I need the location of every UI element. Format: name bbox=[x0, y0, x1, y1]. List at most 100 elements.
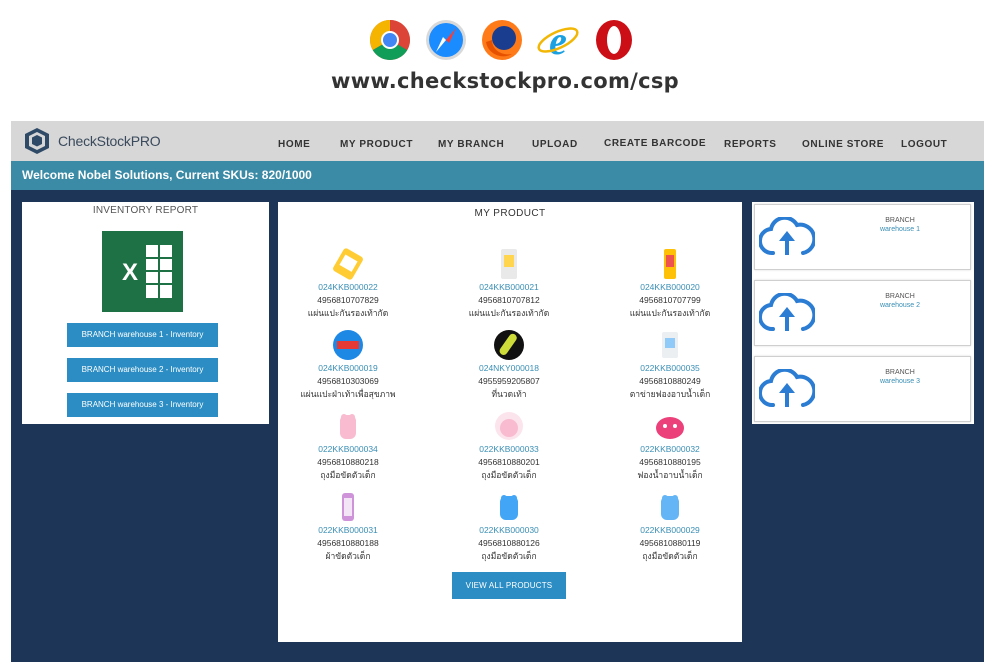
product-image bbox=[494, 330, 524, 360]
product-name: แผ่นแปะกันรองเท้ากัด bbox=[468, 308, 550, 318]
welcome-text: Welcome Nobel Solutions, Current SKUs: 8… bbox=[22, 168, 312, 182]
branch-name: warehouse 2 bbox=[879, 302, 921, 309]
safari-icon bbox=[426, 20, 466, 60]
navbar: CheckStockPRO HOME MY PRODUCT MY BRANCH … bbox=[11, 121, 984, 161]
product-name: ถุงมือขัดตัวเด็ก bbox=[481, 470, 537, 480]
inventory-report-title: INVENTORY REPORT bbox=[92, 205, 199, 216]
nav-create-barcode[interactable]: CREATE BARCODE bbox=[604, 138, 706, 149]
chrome-icon bbox=[370, 20, 410, 60]
inventory-button-warehouse-2[interactable]: BRANCH warehouse 2 - Inventory bbox=[67, 358, 218, 382]
svg-text:e: e bbox=[549, 18, 567, 62]
nav-upload[interactable]: UPLOAD bbox=[532, 139, 578, 150]
ie-icon: e bbox=[537, 18, 579, 62]
product-barcode: 4956810880195 bbox=[639, 457, 701, 467]
product-image bbox=[661, 495, 679, 520]
brand[interactable]: CheckStockPRO bbox=[24, 127, 161, 155]
brand-name: CheckStockPRO bbox=[58, 133, 161, 149]
branch-label: BRANCH bbox=[885, 293, 915, 300]
product-card[interactable]: 022KKB000033 4956810880201 ถุงมือขัดตัวเ… bbox=[429, 409, 589, 482]
product-code[interactable]: 022KKB000034 bbox=[268, 443, 428, 456]
product-image bbox=[333, 330, 363, 360]
product-card[interactable]: 022KKB000035 4956810880249 ตาข่ายฟองอาบน… bbox=[590, 328, 750, 401]
branch-upload-panel: BRANCH warehouse 1 BRANCH warehouse 2 BR… bbox=[752, 202, 974, 424]
product-barcode: 4956810880249 bbox=[639, 376, 701, 386]
branch-label: BRANCH bbox=[885, 217, 915, 224]
branch-name: warehouse 1 bbox=[879, 226, 921, 233]
app-window: CheckStockPRO HOME MY PRODUCT MY BRANCH … bbox=[11, 121, 984, 662]
view-all-products-button[interactable]: VIEW ALL PRODUCTS bbox=[452, 572, 566, 599]
inventory-report-panel: INVENTORY REPORT X BRANCH warehouse 1 - … bbox=[22, 202, 269, 424]
product-code[interactable]: 024KKB000021 bbox=[429, 281, 589, 294]
nav-logout[interactable]: LOGOUT bbox=[901, 139, 947, 150]
nav-online-store[interactable]: ONLINE STORE bbox=[802, 139, 884, 150]
product-card[interactable]: 024KKB000019 4956810303069 แผ่นแปะฝ่าเท้… bbox=[268, 328, 428, 401]
product-card[interactable]: 022KKB000029 4956810880119 ถุงมือขัดตัวเ… bbox=[590, 490, 750, 563]
firefox-icon bbox=[482, 20, 522, 60]
branch-card-warehouse-2[interactable]: BRANCH warehouse 2 bbox=[754, 280, 971, 346]
product-barcode: 4955959205807 bbox=[478, 376, 540, 386]
inventory-button-warehouse-3[interactable]: BRANCH warehouse 3 - Inventory bbox=[67, 393, 218, 417]
product-image bbox=[495, 412, 523, 440]
branch-name: warehouse 3 bbox=[879, 378, 921, 385]
product-name: ถุงมือขัดตัวเด็ก bbox=[642, 551, 698, 561]
cloud-upload-icon[interactable] bbox=[759, 293, 815, 333]
product-card[interactable]: 024KKB000020 4956810707799 แผ่นแปะกันรอง… bbox=[590, 247, 750, 320]
product-name: ถุงมือขัดตัวเด็ก bbox=[481, 551, 537, 561]
product-card[interactable]: 022KKB000031 4956810880188 ผ้าขัดตัวเด็ก bbox=[268, 490, 428, 563]
product-card[interactable]: 024KKB000021 4956810707812 แผ่นแปะกันรอง… bbox=[429, 247, 589, 320]
product-card[interactable]: 022KKB000030 4956810880126 ถุงมือขัดตัวเ… bbox=[429, 490, 589, 563]
svg-text:X: X bbox=[122, 259, 138, 286]
product-name: ผ้าขัดตัวเด็ก bbox=[325, 551, 371, 561]
branch-label: BRANCH bbox=[885, 369, 915, 376]
cloud-upload-icon[interactable] bbox=[759, 369, 815, 409]
product-card[interactable]: 024KKB000022 4956810707829 แผ่นแปะกันรอง… bbox=[268, 247, 428, 320]
inventory-button-warehouse-1[interactable]: BRANCH warehouse 1 - Inventory bbox=[67, 323, 218, 347]
product-code[interactable]: 022KKB000035 bbox=[590, 362, 750, 375]
branch-card-warehouse-3[interactable]: BRANCH warehouse 3 bbox=[754, 356, 971, 422]
opera-icon bbox=[596, 20, 632, 60]
product-name: แผ่นแปะกันรองเท้ากัด bbox=[629, 308, 711, 318]
product-image bbox=[656, 417, 684, 439]
product-barcode: 4956810880201 bbox=[478, 457, 540, 467]
product-code[interactable]: 022KKB000031 bbox=[268, 524, 428, 537]
nav-my-branch[interactable]: MY BRANCH bbox=[438, 139, 504, 150]
product-barcode: 4956810707829 bbox=[317, 295, 379, 305]
product-barcode: 4956810880126 bbox=[478, 538, 540, 548]
product-image bbox=[664, 249, 676, 279]
product-code[interactable]: 024KKB000020 bbox=[590, 281, 750, 294]
nav-home[interactable]: HOME bbox=[278, 139, 310, 150]
product-code[interactable]: 024KKB000019 bbox=[268, 362, 428, 375]
product-image bbox=[662, 332, 678, 358]
product-code[interactable]: 024NKY000018 bbox=[429, 362, 589, 375]
cloud-upload-icon[interactable] bbox=[759, 217, 815, 257]
product-name: แผ่นแปะกันรองเท้ากัด bbox=[307, 308, 389, 318]
box-logo-icon bbox=[25, 128, 49, 154]
my-product-panel: MY PRODUCT 024KKB000022 4956810707829 แผ… bbox=[278, 202, 742, 642]
product-barcode: 4956810880218 bbox=[317, 457, 379, 467]
product-code[interactable]: 022KKB000032 bbox=[590, 443, 750, 456]
product-code[interactable]: 022KKB000030 bbox=[429, 524, 589, 537]
welcome-bar: Welcome Nobel Solutions, Current SKUs: 8… bbox=[11, 161, 984, 190]
product-name: แผ่นแปะฝ่าเท้าเพื่อสุขภาพ bbox=[300, 389, 396, 399]
product-name: ที่นวดเท้า bbox=[491, 389, 527, 399]
product-code[interactable]: 024KKB000022 bbox=[268, 281, 428, 294]
product-name: ฟองน้ำอาบน้ำเด็ก bbox=[637, 470, 703, 480]
branch-card-warehouse-1[interactable]: BRANCH warehouse 1 bbox=[754, 204, 971, 270]
product-code[interactable]: 022KKB000033 bbox=[429, 443, 589, 456]
product-code[interactable]: 022KKB000029 bbox=[590, 524, 750, 537]
product-barcode: 4956810880188 bbox=[317, 538, 379, 548]
nav-my-product[interactable]: MY PRODUCT bbox=[340, 139, 413, 150]
site-url: www.checkstockpro.com/csp bbox=[331, 69, 679, 93]
nav-reports[interactable]: REPORTS bbox=[724, 139, 777, 150]
product-card[interactable]: 024NKY000018 4955959205807 ที่นวดเท้า bbox=[429, 328, 589, 401]
browser-icons: e bbox=[368, 16, 636, 64]
product-barcode: 4956810707799 bbox=[639, 295, 701, 305]
product-image bbox=[333, 248, 363, 280]
product-card[interactable]: 022KKB000032 4956810880195 ฟองน้ำอาบน้ำเ… bbox=[590, 409, 750, 482]
excel-icon: X bbox=[102, 231, 183, 312]
product-image bbox=[500, 495, 518, 520]
product-image bbox=[340, 414, 356, 439]
product-name: ถุงมือขัดตัวเด็ก bbox=[320, 470, 376, 480]
product-card[interactable]: 022KKB000034 4956810880218 ถุงมือขัดตัวเ… bbox=[268, 409, 428, 482]
product-image bbox=[342, 493, 354, 521]
